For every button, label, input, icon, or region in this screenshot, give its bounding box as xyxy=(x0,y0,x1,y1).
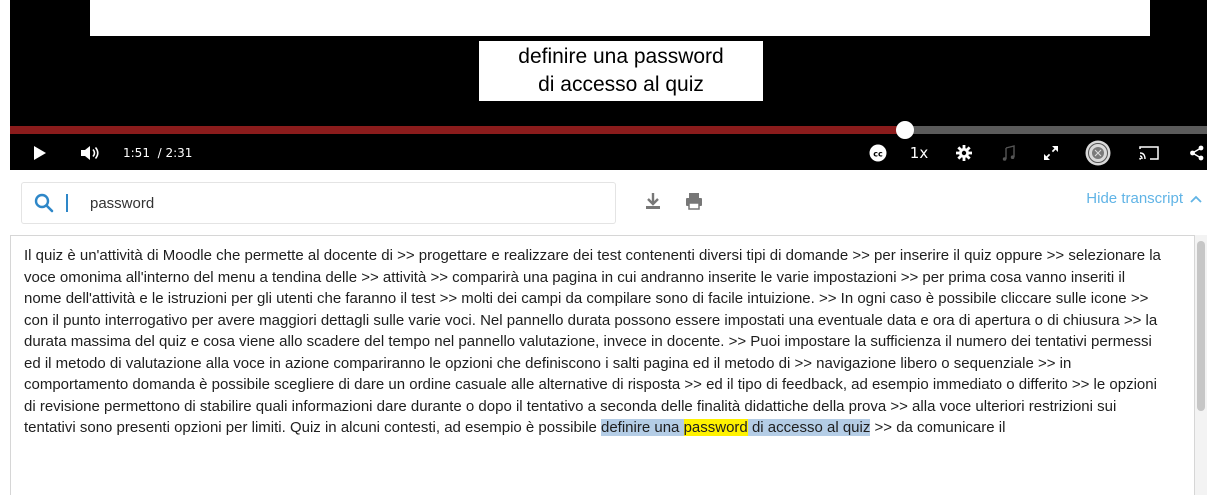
settings-icon xyxy=(956,145,972,161)
transcript-segment[interactable]: >> per inserire il quiz oppure xyxy=(852,247,1042,264)
current-time: 1:51 xyxy=(123,146,150,160)
university-logo-button[interactable] xyxy=(1083,136,1113,170)
play-icon xyxy=(34,146,46,160)
transcript-segment[interactable]: >> In ogni caso è possibile cliccare sul… xyxy=(819,290,1127,307)
closed-captions-icon: cc xyxy=(869,144,887,162)
transcript-search[interactable] xyxy=(22,183,615,223)
transcript-scrollbar[interactable] xyxy=(1195,235,1207,495)
music-note-icon xyxy=(1002,145,1015,161)
transcript-segment[interactable]: >> comparirà una pagina in cui andranno … xyxy=(430,269,896,286)
audio-description-button[interactable] xyxy=(998,136,1020,170)
transcript-panel: Il quiz è un'attività di Moodle che perm… xyxy=(10,235,1195,495)
captions-button[interactable]: cc xyxy=(867,136,889,170)
transcript-segment[interactable]: >> molti dei campi da compilare sono di … xyxy=(440,290,815,307)
playback-speed-button[interactable]: 1x xyxy=(906,136,932,170)
scrollbar-thumb[interactable] xyxy=(1197,241,1205,411)
transcript-segment[interactable]: >> ed il tipo di feedback, ad esempio im… xyxy=(684,376,1067,393)
cast-icon xyxy=(1139,146,1159,160)
video-player[interactable]: definire una password di accesso al quiz… xyxy=(10,0,1207,170)
search-input[interactable] xyxy=(90,191,590,215)
chevron-up-icon[interactable] xyxy=(1189,192,1203,206)
transcript-segment[interactable]: >> da comunicare il xyxy=(875,419,1006,436)
download-icon[interactable] xyxy=(644,191,662,211)
share-icon xyxy=(1190,145,1204,161)
segment-text: definire una xyxy=(600,419,680,436)
svg-text:cc: cc xyxy=(873,149,883,158)
transcript-segment[interactable]: Il quiz è un'attività di Moodle che perm… xyxy=(24,247,393,264)
cast-button[interactable] xyxy=(1136,136,1162,170)
volume-icon xyxy=(81,146,99,160)
transcript-segment[interactable]: >> attività xyxy=(361,269,426,286)
settings-button[interactable] xyxy=(953,136,975,170)
fullscreen-button[interactable] xyxy=(1040,136,1062,170)
search-divider xyxy=(66,194,68,212)
segment-text: di accesso al quiz xyxy=(751,419,871,436)
transcript-segment[interactable]: >> navigazione libero o sequenziale xyxy=(794,355,1033,372)
hide-transcript-link[interactable]: Hide transcript xyxy=(1086,190,1183,207)
university-seal-icon xyxy=(1085,140,1111,166)
video-caption: definire una password di accesso al quiz xyxy=(479,41,763,101)
video-frame-content xyxy=(90,0,1150,36)
volume-button[interactable] xyxy=(76,136,104,170)
share-button[interactable] xyxy=(1186,136,1207,170)
print-icon[interactable] xyxy=(684,191,704,211)
fullscreen-icon xyxy=(1044,146,1058,160)
search-icon xyxy=(34,193,54,213)
progress-played xyxy=(10,126,906,134)
search-match-highlight: password xyxy=(683,419,748,436)
control-bar: 1:51 / 2:31 cc 1x xyxy=(10,136,1207,170)
time-display: 1:51 / 2:31 xyxy=(123,136,192,170)
play-button[interactable] xyxy=(28,136,52,170)
progress-bar[interactable] xyxy=(10,121,1207,139)
caption-line-1: definire una password xyxy=(518,45,724,68)
caption-line-2: di accesso al quiz xyxy=(538,73,704,96)
transcript-segment-active[interactable]: definire una password di accesso al quiz xyxy=(600,419,871,436)
transcript-segment[interactable]: >> progettare e realizzare dei test cont… xyxy=(397,247,848,264)
total-time: / 2:31 xyxy=(157,146,193,160)
transcript-text: Il quiz è un'attività di Moodle che perm… xyxy=(11,236,1194,439)
